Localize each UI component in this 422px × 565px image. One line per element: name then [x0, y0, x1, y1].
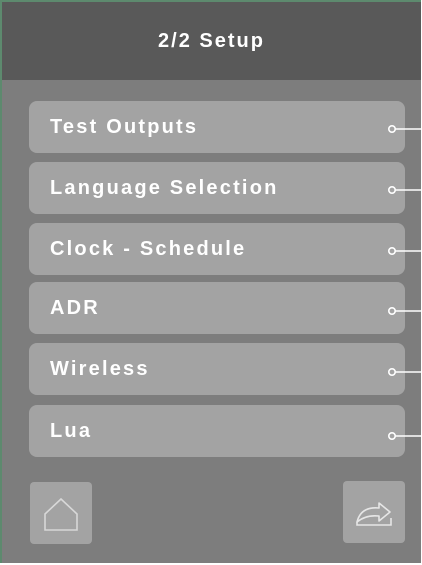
connector-indicator — [387, 431, 422, 441]
menu-item-label: Language Selection — [50, 176, 279, 199]
connector-indicator — [387, 306, 422, 316]
menu-item-wireless[interactable]: Wireless — [29, 343, 405, 395]
connector-indicator — [387, 246, 422, 256]
setup-screen: 2/2 Setup Test Outputs Language Selectio… — [0, 0, 422, 563]
menu-item-lua[interactable]: Lua — [29, 405, 405, 457]
home-button[interactable] — [30, 482, 92, 544]
page-title: 2/2 Setup — [158, 29, 265, 52]
header-bar: 2/2 Setup — [2, 2, 421, 80]
return-button[interactable] — [343, 481, 405, 543]
menu-item-label: Clock - Schedule — [50, 237, 247, 260]
menu-item-clock-schedule[interactable]: Clock - Schedule — [29, 223, 405, 275]
menu-item-adr[interactable]: ADR — [29, 282, 405, 334]
menu-item-label: Wireless — [50, 357, 150, 380]
menu-item-test-outputs[interactable]: Test Outputs — [29, 101, 405, 153]
connector-indicator — [387, 367, 422, 377]
home-icon — [44, 497, 78, 531]
menu-item-label: Test Outputs — [50, 115, 199, 138]
menu-item-language-selection[interactable]: Language Selection — [29, 162, 405, 214]
connector-indicator — [387, 185, 422, 195]
connector-indicator — [387, 124, 422, 134]
return-arrow-icon — [356, 502, 392, 526]
menu-item-label: Lua — [50, 419, 93, 442]
menu-item-label: ADR — [50, 296, 100, 319]
